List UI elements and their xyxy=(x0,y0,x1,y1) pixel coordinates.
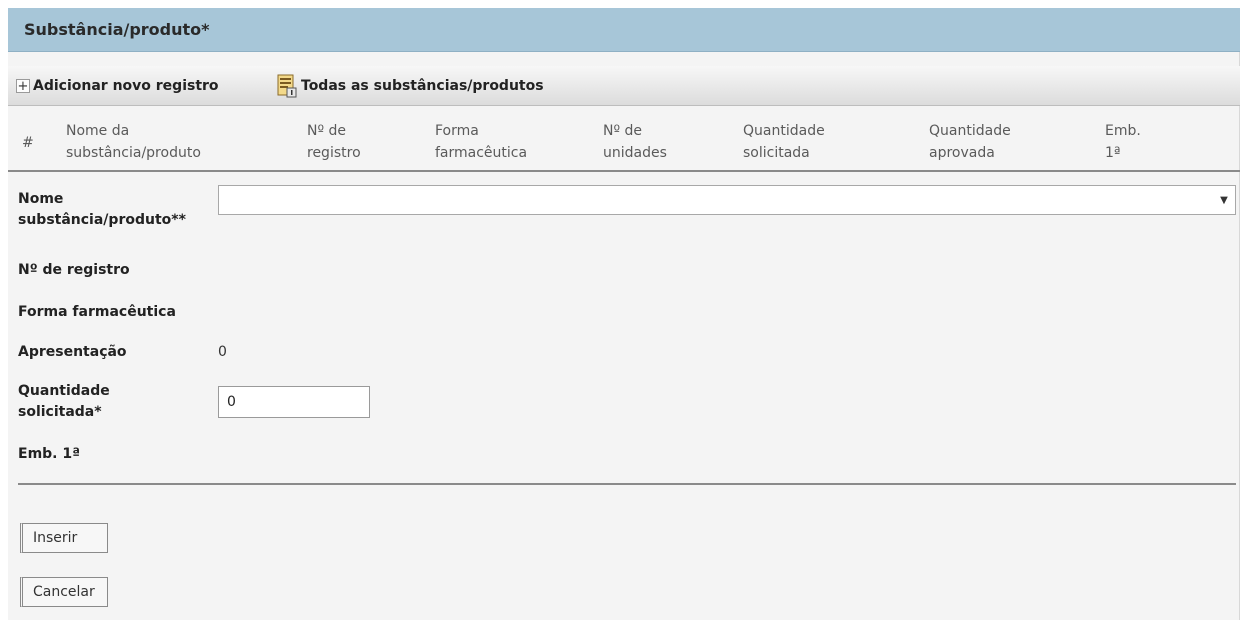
insert-button[interactable]: Inserir xyxy=(20,523,108,553)
registro-label: Nº de registro xyxy=(18,262,130,278)
all-substances-button[interactable]: Todas as substâncias/produtos xyxy=(276,72,544,100)
chevron-down-icon[interactable]: ▼ xyxy=(1213,186,1235,214)
apresentacao-label: Apresentação xyxy=(18,344,127,360)
column-header-quantidade-solicitada[interactable]: Quantidade solicitada xyxy=(743,120,825,164)
document-list-icon xyxy=(277,74,297,98)
add-record-button[interactable]: + Adicionar novo registro xyxy=(16,75,219,97)
nome-label: Nome substância/produto** xyxy=(18,191,186,228)
column-header-registro[interactable]: Nº de registro xyxy=(307,120,361,164)
column-header-forma[interactable]: Forma farmacêutica xyxy=(435,120,527,164)
column-header-number[interactable]: # xyxy=(22,132,34,154)
column-header-emb[interactable]: Emb. 1ª xyxy=(1105,120,1141,164)
panel-header: Substância/produto* xyxy=(8,8,1240,52)
substance-panel: Substância/produto* + Adicionar novo reg… xyxy=(8,8,1240,620)
column-header-unidades[interactable]: Nº de unidades xyxy=(603,120,667,164)
quantidade-input[interactable] xyxy=(218,386,370,418)
forma-label: Forma farmacêutica xyxy=(18,304,176,320)
nome-select[interactable]: ▼ xyxy=(218,185,1236,215)
column-header-quantidade-aprovada[interactable]: Quantidade aprovada xyxy=(929,120,1011,164)
emb-label: Emb. 1ª xyxy=(18,446,81,462)
add-record-label: Adicionar novo registro xyxy=(33,78,219,94)
apresentacao-value: 0 xyxy=(218,344,227,360)
cancel-button[interactable]: Cancelar xyxy=(20,577,108,607)
quantidade-label: Quantidade solicitada* xyxy=(18,383,110,420)
panel-title: Substância/produto* xyxy=(24,20,210,39)
column-header-name[interactable]: Nome da substância/produto xyxy=(66,120,201,164)
all-substances-label: Todas as substâncias/produtos xyxy=(301,78,544,94)
plus-icon: + xyxy=(16,78,30,94)
table-header: # Nome da substância/produto Nº de regis… xyxy=(8,110,1240,172)
toolbar: + Adicionar novo registro Todas as subst… xyxy=(8,66,1240,106)
divider xyxy=(18,483,1236,485)
